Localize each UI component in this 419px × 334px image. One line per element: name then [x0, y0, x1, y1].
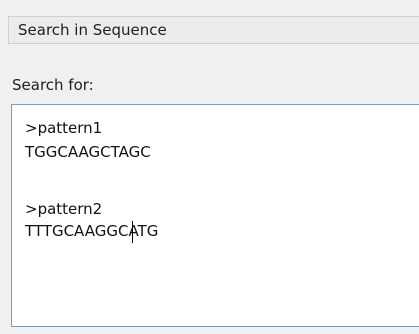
pattern-2-sequence: TTTGCAAGGCATG — [25, 222, 159, 240]
search-text-area[interactable]: >pattern1 TGGCAAGCTAGC >pattern2 TTTGCAA… — [11, 104, 419, 327]
search-in-sequence-header: Search in Sequence — [8, 16, 419, 44]
group-title: Search in Sequence — [18, 21, 167, 39]
pattern-1-header: >pattern1 — [25, 119, 103, 137]
search-for-label: Search for: — [12, 76, 94, 94]
top-strip — [0, 0, 419, 7]
text-caret — [132, 221, 133, 243]
pattern-2-header: >pattern2 — [25, 200, 103, 218]
pattern-1-sequence: TGGCAAGCTAGC — [25, 143, 151, 161]
